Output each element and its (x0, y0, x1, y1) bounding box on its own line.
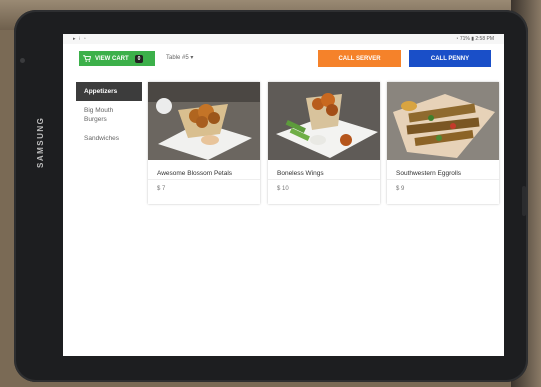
menu-item-price: $ 10 (277, 186, 289, 192)
cart-icon (83, 55, 91, 62)
card-divider (387, 179, 499, 180)
menu-item-photo (387, 82, 499, 160)
status-time: 2:58 PM (475, 36, 494, 42)
card-divider (268, 179, 380, 180)
table-label: Table #5 (166, 55, 189, 61)
sidebar-item-appetizers[interactable]: Appetizers (76, 82, 142, 101)
app-screen: ▸ ⁝ ▫ ◔ 71% ▮ 2:58 PM VIEW CART 0 Table … (63, 34, 504, 356)
menu-card[interactable]: Boneless Wings $ 10 (268, 82, 380, 204)
sidebar-item-burgers[interactable]: Big Mouth Burgers (76, 101, 142, 129)
menu-item-name: Awesome Blossom Petals (157, 170, 233, 177)
table-select-dropdown[interactable]: Table #5 ▾ (166, 54, 193, 61)
sidebar-item-sandwiches[interactable]: Sandwiches (76, 129, 142, 148)
card-divider (148, 179, 260, 180)
category-sidebar: Appetizers Big Mouth Burgers Sandwiches (76, 82, 142, 148)
menu-item-photo (268, 82, 380, 160)
caret-down-icon: ▾ (190, 55, 194, 61)
device-brand: SAMSUNG (36, 116, 45, 168)
hardware-key (522, 186, 526, 216)
view-cart-label: VIEW CART (95, 55, 129, 62)
menu-item-name: Southwestern Eggrolls (396, 170, 462, 177)
menu-item-price: $ 7 (157, 186, 166, 192)
camera-icon (20, 58, 25, 63)
battery-level: 71% (459, 36, 470, 42)
menu-item-price: $ 9 (396, 186, 405, 192)
status-notification-icons: ▸ ⁝ ▫ (73, 36, 87, 42)
cart-count-badge: 0 (134, 54, 144, 63)
menu-item-photo (148, 82, 260, 160)
menu-card[interactable]: Awesome Blossom Petals $ 7 (148, 82, 260, 204)
menu-item-name: Boneless Wings (277, 170, 324, 177)
view-cart-button[interactable]: VIEW CART 0 (79, 51, 155, 66)
status-right: ◔ 71% ▮ 2:58 PM (455, 36, 494, 42)
call-penny-button[interactable]: CALL PENNY (409, 50, 491, 67)
menu-card[interactable]: Southwestern Eggrolls $ 9 (387, 82, 499, 204)
call-server-button[interactable]: CALL SERVER (318, 50, 401, 67)
status-bar: ▸ ⁝ ▫ ◔ 71% ▮ 2:58 PM (63, 34, 504, 44)
